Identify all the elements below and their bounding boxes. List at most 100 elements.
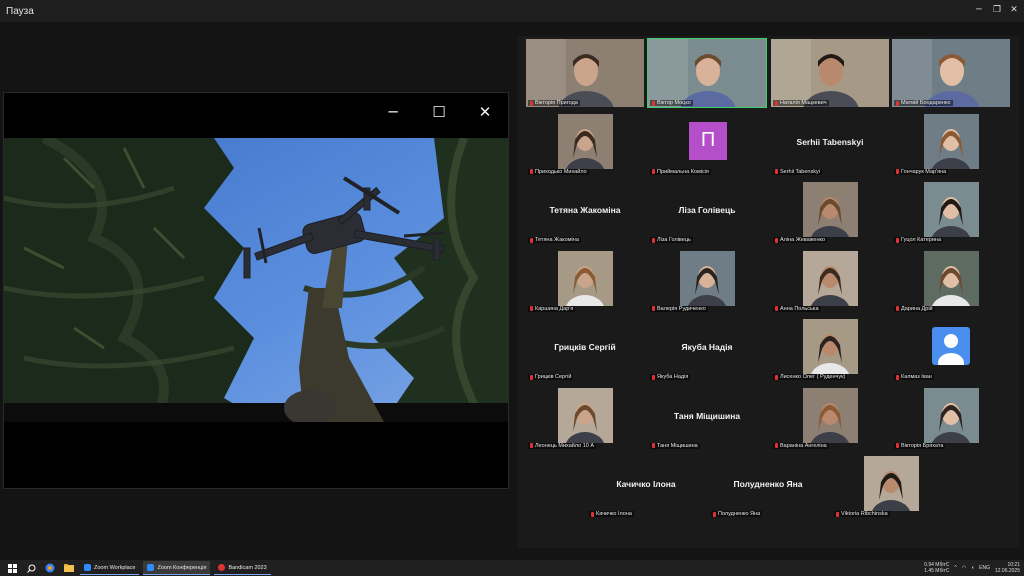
- participant-display-name: Грицків Сергій: [554, 342, 616, 352]
- participant-tile[interactable]: Каршина Дар'я: [526, 244, 644, 313]
- participant-display-name: Таня Міщишина: [673, 410, 741, 421]
- participant-tile[interactable]: Вікторія Пригода: [526, 39, 644, 107]
- file-explorer-icon[interactable]: [62, 561, 76, 575]
- participant-tile[interactable]: Ліза Голівець Ліза Голівець: [648, 176, 766, 244]
- clock[interactable]: 10:21 12.06.2025: [995, 562, 1020, 574]
- search-icon[interactable]: [24, 561, 38, 575]
- participant-tile[interactable]: Якуба Надія Якуба Надія: [648, 313, 766, 381]
- participant-name: Лисенко Олег ( Руденчук): [780, 374, 846, 380]
- participant-name: Вікторія Бряхата: [901, 442, 944, 449]
- maximize-icon[interactable]: ☐: [427, 100, 451, 124]
- participant-photo: [924, 250, 979, 306]
- participant-tile[interactable]: Леонець Михайло 10 А: [526, 381, 644, 450]
- participant-name: Таня Міщишина: [657, 442, 698, 449]
- participant-tile[interactable]: Вікторія Бряхата: [892, 381, 1010, 450]
- participant-name: Анна Польська: [780, 305, 819, 312]
- zoom-icon: [84, 564, 91, 571]
- windows-start-icon[interactable]: [5, 561, 19, 575]
- participant-tile[interactable]: Полудненко Яна Полудненко Яна: [709, 450, 827, 518]
- participant-tile[interactable]: Калмаз Іван: [892, 313, 1010, 381]
- close-icon[interactable]: ✕: [1005, 2, 1023, 18]
- restore-icon[interactable]: ❐: [988, 2, 1006, 18]
- mic-muted-icon: [530, 237, 533, 243]
- participant-tile[interactable]: Приходько Михайло: [526, 107, 644, 176]
- taskbar-app-button[interactable]: Zoom Workplace: [80, 561, 140, 575]
- participant-tile[interactable]: Наталія Мацкевич: [771, 39, 889, 107]
- participant-name: Ліза Голівець: [657, 237, 691, 243]
- video-player-window[interactable]: ─ ☐ ✕: [3, 92, 509, 489]
- taskbar-app-button[interactable]: Zoom Конференція: [143, 561, 211, 575]
- participant-tile[interactable]: Матвій Бондаренко: [892, 39, 1010, 107]
- language-indicator[interactable]: ENG: [979, 565, 990, 571]
- participant-name-tag: Калмаз Іван: [894, 374, 934, 380]
- participant-name: Каршина Дар'я: [535, 305, 574, 312]
- participant-name: Дарина Дрій: [901, 305, 933, 312]
- video-window-controls: ─ ☐ ✕: [4, 93, 508, 137]
- participant-gallery: Вікторія Пригода Віктор Моцко Наталія Мацк…: [518, 36, 1019, 548]
- participant-tile[interactable]: Грицків Сергій Грицків Сергій: [526, 313, 644, 381]
- mic-muted-icon: [775, 100, 778, 106]
- mic-muted-icon: [775, 443, 778, 448]
- participant-name-tag: Тетяна Жакоміна: [528, 237, 581, 243]
- participant-photo: [558, 113, 613, 169]
- participant-name-tag: Таня Міщишина: [650, 442, 700, 449]
- participant-tile[interactable]: Таня Міщишина Таня Міщишина: [648, 381, 766, 450]
- participant-name: Калмаз Іван: [901, 374, 932, 380]
- participant-tile[interactable]: Гончарук Мар'яна: [892, 107, 1010, 176]
- participant-tile[interactable]: Лисенко Олег ( Руденчук): [771, 313, 889, 381]
- system-tray: 0.94 МбітС 1.45 МбітС ^ ◠ ◖ ENG 10:21 12…: [924, 560, 1020, 576]
- volume-icon[interactable]: ◖: [971, 565, 974, 571]
- participant-name-tag: Ліза Голівець: [650, 237, 693, 243]
- participant-photo: [803, 387, 858, 443]
- participant-name: Наталія Мацкевич: [780, 100, 827, 106]
- participant-name: Приймальна Комісія: [657, 168, 709, 175]
- participant-video: [771, 39, 889, 107]
- browser-icon[interactable]: [43, 561, 57, 575]
- participant-name-tag: Приймальна Комісія: [650, 168, 711, 175]
- participant-tile[interactable]: Валерія Рудиченко: [648, 244, 766, 313]
- mic-muted-icon: [652, 443, 655, 448]
- participant-tile[interactable]: Качичко Ілона Качичко Ілона: [587, 450, 705, 518]
- mic-muted-icon: [530, 306, 533, 311]
- participant-name-tag: Полудненко Яна: [711, 511, 763, 517]
- participant-name-tag: Дарина Дрій: [894, 305, 935, 312]
- wifi-icon[interactable]: ◠: [962, 565, 966, 571]
- participant-tile[interactable]: П Приймальна Комісія: [648, 107, 766, 176]
- participant-name: Качичко Ілона: [596, 511, 632, 517]
- participant-name: Вараніна Ангеліна: [780, 442, 827, 449]
- default-user-avatar-icon: [932, 327, 970, 365]
- participant-name: Viktoria Ribchinska: [841, 511, 888, 517]
- participant-name: Матвій Бондаренко: [901, 100, 951, 106]
- taskbar-app-button[interactable]: Bandicam 2023: [214, 561, 271, 575]
- participant-tile[interactable]: Гуцол Катерина: [892, 176, 1010, 244]
- participant-name-tag: Вікторія Бряхата: [894, 442, 946, 449]
- participant-tile[interactable]: Анна Польська: [771, 244, 889, 313]
- chevron-up-icon[interactable]: ^: [954, 565, 956, 571]
- participant-tile[interactable]: Вараніна Ангеліна: [771, 381, 889, 450]
- participant-display-name: Качичко Ілона: [616, 479, 676, 489]
- mic-muted-icon: [896, 443, 899, 448]
- minimize-icon[interactable]: ─: [381, 100, 405, 124]
- mic-muted-icon: [530, 443, 533, 448]
- clock-date: 12.06.2025: [994, 568, 1020, 574]
- close-icon[interactable]: ✕: [473, 100, 497, 124]
- mic-muted-icon: [836, 511, 839, 517]
- participant-tile[interactable]: Тетяна Жакоміна Тетяна Жакоміна: [526, 176, 644, 244]
- mic-muted-icon: [775, 306, 778, 311]
- mic-muted-icon: [713, 511, 716, 517]
- download-speed: 1.45 МбітС: [924, 568, 950, 574]
- participant-name: Приходько Михайло: [535, 168, 587, 175]
- participant-tile[interactable]: Дарина Дрій: [892, 244, 1010, 313]
- minimize-icon[interactable]: ─: [970, 2, 988, 18]
- mic-muted-icon: [775, 374, 778, 380]
- mic-muted-icon: [775, 237, 778, 243]
- participant-name-tag: Качичко Ілона: [589, 511, 634, 517]
- participant-tile[interactable]: Viktoria Ribchinska: [832, 450, 950, 518]
- mic-muted-icon: [530, 169, 533, 174]
- participant-photo: [558, 250, 613, 306]
- participant-tile[interactable]: Аліна Жеваженко: [771, 176, 889, 244]
- title-bar: Пауза ─ ❐ ✕: [0, 0, 1024, 22]
- participant-tile[interactable]: Віктор Моцко: [647, 38, 767, 108]
- participant-name-tag: Аліна Жеваженко: [773, 237, 828, 243]
- participant-tile[interactable]: Serhii Tabenskyi Serhii Tabenskyi: [771, 107, 889, 176]
